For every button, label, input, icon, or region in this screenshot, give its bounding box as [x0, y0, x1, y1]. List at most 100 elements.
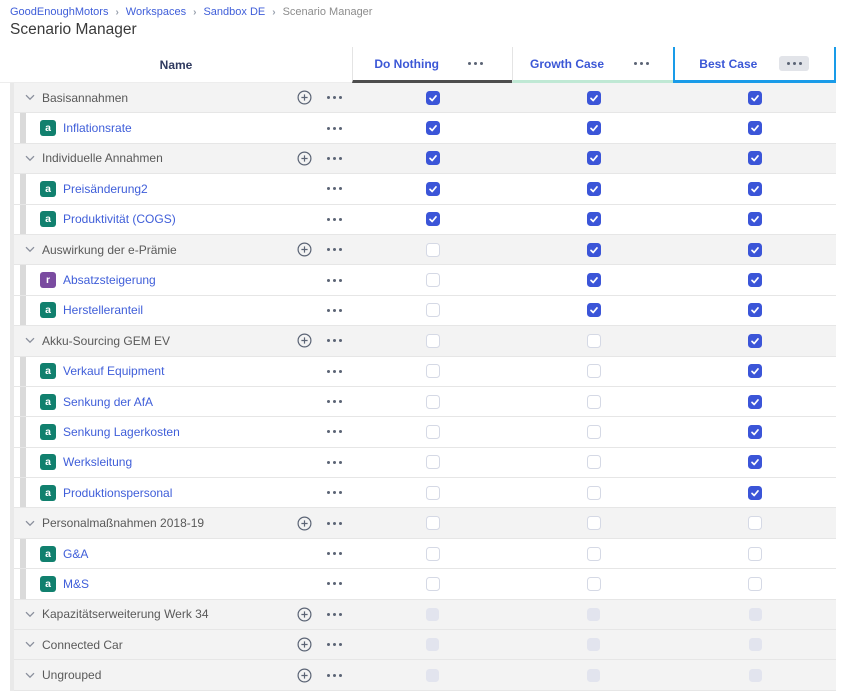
row-menu-button[interactable] — [325, 187, 343, 190]
scenario-checkbox[interactable] — [748, 486, 762, 500]
row-menu-button[interactable] — [325, 582, 343, 585]
row-menu-button[interactable] — [325, 127, 343, 130]
scenario-checkbox[interactable] — [587, 395, 601, 409]
scenario-checkbox[interactable] — [426, 182, 440, 196]
add-item-button[interactable] — [297, 333, 312, 348]
scenario-checkbox[interactable] — [748, 364, 762, 378]
item-link[interactable]: Produktivität (COGS) — [63, 212, 176, 226]
row-menu-button[interactable] — [325, 461, 343, 464]
scenario-checkbox[interactable] — [748, 273, 762, 287]
row-menu-button[interactable] — [325, 96, 343, 99]
scenario-checkbox[interactable] — [587, 455, 601, 469]
scenario-checkbox[interactable] — [748, 91, 762, 105]
scenario-checkbox[interactable] — [748, 182, 762, 196]
scenario-checkbox[interactable] — [426, 577, 440, 591]
row-menu-button[interactable] — [325, 430, 343, 433]
scenario-checkbox[interactable] — [426, 364, 440, 378]
scenario-checkbox[interactable] — [426, 303, 440, 317]
chevron-down-icon[interactable] — [25, 155, 35, 162]
item-link[interactable]: Verkauf Equipment — [63, 364, 164, 378]
scenario-name[interactable]: Do Nothing — [374, 57, 439, 71]
scenario-checkbox[interactable] — [426, 425, 440, 439]
row-menu-button[interactable] — [325, 613, 343, 616]
scenario-checkbox[interactable] — [587, 303, 601, 317]
breadcrumb-item[interactable]: GoodEnoughMotors — [10, 6, 108, 18]
scenario-checkbox[interactable] — [426, 151, 440, 165]
scenario-checkbox[interactable] — [587, 212, 601, 226]
row-menu-button[interactable] — [325, 674, 343, 677]
chevron-down-icon[interactable] — [25, 520, 35, 527]
chevron-down-icon[interactable] — [25, 641, 35, 648]
scenario-checkbox[interactable] — [587, 334, 601, 348]
scenario-checkbox[interactable] — [748, 121, 762, 135]
scenario-checkbox[interactable] — [587, 486, 601, 500]
scenario-checkbox[interactable] — [426, 486, 440, 500]
scenario-checkbox[interactable] — [426, 395, 440, 409]
scenario-checkbox[interactable] — [748, 395, 762, 409]
scenario-checkbox[interactable] — [748, 425, 762, 439]
add-item-button[interactable] — [297, 242, 312, 257]
scenario-checkbox[interactable] — [748, 212, 762, 226]
scenario-checkbox[interactable] — [587, 425, 601, 439]
scenario-checkbox[interactable] — [426, 455, 440, 469]
row-menu-button[interactable] — [325, 522, 343, 525]
scenario-checkbox[interactable] — [426, 212, 440, 226]
item-link[interactable]: Produktionspersonal — [63, 486, 172, 500]
row-menu-button[interactable] — [325, 552, 343, 555]
row-menu-button[interactable] — [325, 370, 343, 373]
scenario-checkbox[interactable] — [748, 303, 762, 317]
breadcrumb-item[interactable]: Workspaces — [126, 6, 186, 18]
item-link[interactable]: G&A — [63, 547, 88, 561]
chevron-down-icon[interactable] — [25, 611, 35, 618]
scenario-checkbox[interactable] — [426, 516, 440, 530]
scenario-name[interactable]: Best Case — [699, 57, 757, 71]
chevron-down-icon[interactable] — [25, 672, 35, 679]
row-menu-button[interactable] — [325, 248, 343, 251]
item-link[interactable]: Inflationsrate — [63, 121, 132, 135]
breadcrumb-item[interactable]: Sandbox DE — [203, 6, 265, 18]
scenario-checkbox[interactable] — [587, 577, 601, 591]
scenario-checkbox[interactable] — [587, 516, 601, 530]
item-link[interactable]: Herstelleranteil — [63, 303, 143, 317]
row-menu-button[interactable] — [325, 218, 343, 221]
row-menu-button[interactable] — [325, 279, 343, 282]
scenario-checkbox[interactable] — [748, 334, 762, 348]
chevron-down-icon[interactable] — [25, 337, 35, 344]
add-item-button[interactable] — [297, 637, 312, 652]
row-menu-button[interactable] — [325, 491, 343, 494]
scenario-checkbox[interactable] — [587, 547, 601, 561]
add-item-button[interactable] — [297, 607, 312, 622]
add-item-button[interactable] — [297, 151, 312, 166]
item-link[interactable]: M&S — [63, 577, 89, 591]
scenario-checkbox[interactable] — [426, 91, 440, 105]
scenario-checkbox[interactable] — [587, 273, 601, 287]
scenario-checkbox[interactable] — [748, 151, 762, 165]
add-item-button[interactable] — [297, 90, 312, 105]
scenario-menu-button[interactable] — [779, 56, 809, 71]
row-menu-button[interactable] — [325, 157, 343, 160]
scenario-checkbox[interactable] — [748, 547, 762, 561]
add-item-button[interactable] — [297, 516, 312, 531]
scenario-checkbox[interactable] — [587, 121, 601, 135]
item-link[interactable]: Senkung Lagerkosten — [63, 425, 180, 439]
scenario-checkbox[interactable] — [748, 243, 762, 257]
item-link[interactable]: Senkung der AfA — [63, 395, 153, 409]
chevron-down-icon[interactable] — [25, 94, 35, 101]
scenario-checkbox[interactable] — [587, 91, 601, 105]
scenario-menu-button[interactable] — [626, 56, 656, 71]
scenario-checkbox[interactable] — [426, 121, 440, 135]
item-link[interactable]: Preisänderung2 — [63, 182, 148, 196]
row-menu-button[interactable] — [325, 339, 343, 342]
scenario-checkbox[interactable] — [748, 455, 762, 469]
row-menu-button[interactable] — [325, 643, 343, 646]
scenario-menu-button[interactable] — [461, 56, 491, 71]
scenario-checkbox[interactable] — [426, 273, 440, 287]
scenario-checkbox[interactable] — [587, 243, 601, 257]
row-menu-button[interactable] — [325, 309, 343, 312]
scenario-checkbox[interactable] — [426, 334, 440, 348]
scenario-name[interactable]: Growth Case — [530, 57, 604, 71]
scenario-checkbox[interactable] — [587, 151, 601, 165]
scenario-checkbox[interactable] — [587, 364, 601, 378]
scenario-checkbox[interactable] — [426, 547, 440, 561]
chevron-down-icon[interactable] — [25, 246, 35, 253]
